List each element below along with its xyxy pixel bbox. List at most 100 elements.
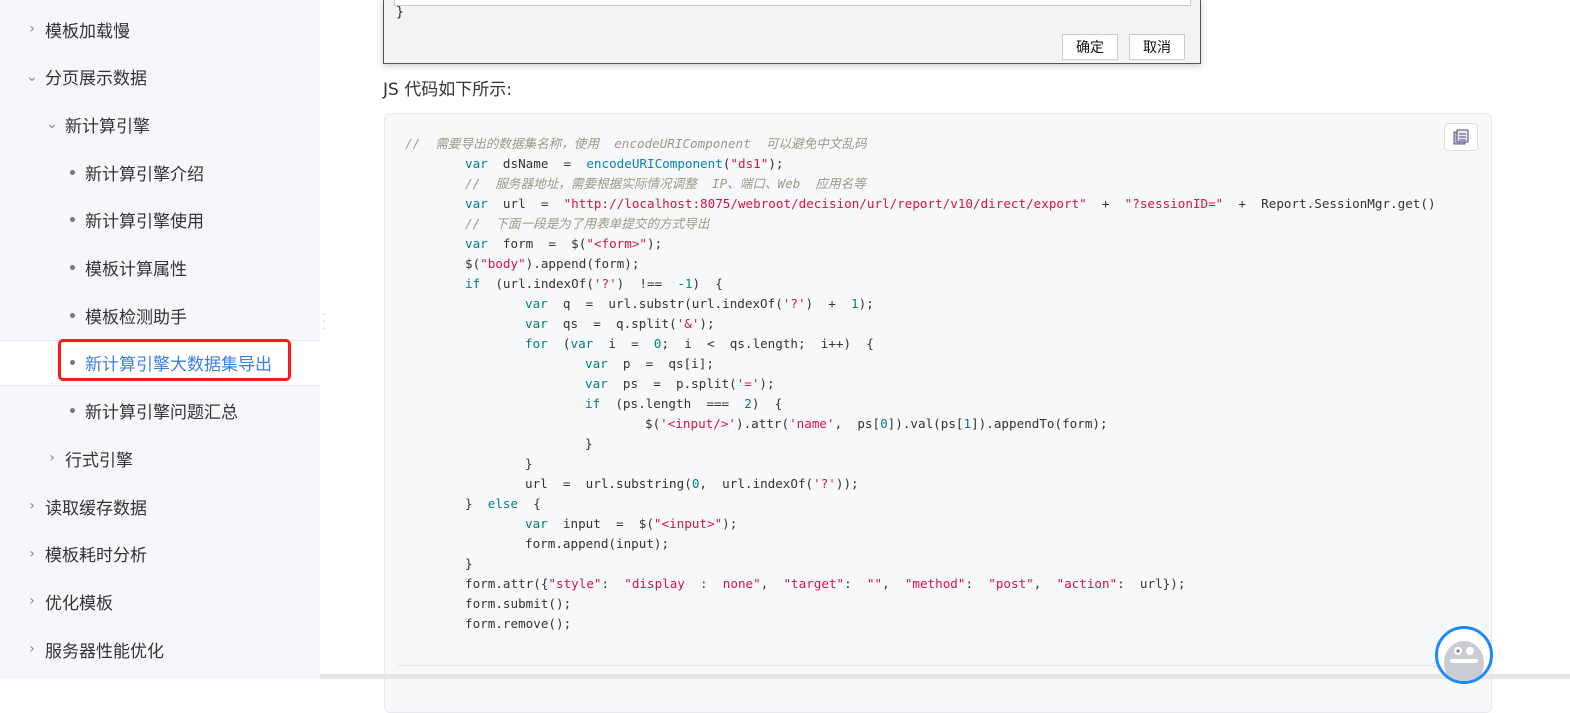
js-code-label: JS 代码如下所示: (383, 80, 512, 100)
code-line: } (405, 454, 1436, 474)
cancel-button[interactable]: 取消 (1129, 34, 1185, 60)
bullet-icon (70, 408, 75, 414)
dialog-editor[interactable] (394, 0, 1191, 6)
code-token: , (882, 576, 905, 591)
sidebar-item-label: 行式引擎 (65, 450, 133, 471)
code-token: // 下面一段是为了用表单提交的方式导出 (465, 216, 710, 231)
code-token: ); (768, 156, 784, 171)
sidebar-item-label: 优化模板 (45, 593, 113, 614)
code-token: url = url.substring( (525, 476, 692, 491)
code-line: } (405, 434, 1436, 454)
code-token: } (465, 496, 488, 511)
code-token: var (570, 336, 594, 351)
sidebar-item[interactable]: › 模板耗时分析 (0, 531, 320, 577)
code-token: ).attr( (736, 416, 790, 431)
code-token: , (1033, 576, 1057, 591)
code-token: '<input/>' (660, 416, 736, 431)
sidebar-item[interactable]: › 行式引擎 (0, 435, 320, 481)
code-token: } (465, 556, 473, 571)
code-token: "display : none" (624, 576, 761, 591)
code-token: ).append(form); (525, 256, 640, 271)
code-token: i = (593, 336, 654, 351)
code-token: (ps.length === (600, 396, 745, 411)
code-token: $( (645, 416, 661, 431)
code-token: "style" (548, 576, 602, 591)
code-line: // 服务器地址，需要根据实际情况调整 IP、端口、Web 应用名等 (405, 174, 1436, 194)
code-token: "?sessionID=" (1124, 196, 1224, 211)
sidebar-item[interactable]: › 模板加载慢 (0, 6, 320, 52)
code-token: form.attr({ (465, 576, 549, 591)
sidebar-item[interactable]: ⌄ 新计算引擎 (0, 101, 320, 147)
code-token: ); (858, 296, 874, 311)
copy-code-button[interactable] (1444, 123, 1478, 151)
code-line: var ps = p.split('='); (405, 374, 1436, 394)
sidebar-item-label: 模板计算属性 (85, 260, 187, 280)
sidebar-item[interactable]: 新计算引擎问题汇总 (0, 388, 320, 434)
sidebar-item[interactable]: › 优化模板 (0, 578, 320, 624)
code-token: + (1086, 196, 1125, 211)
code-token: 1 (851, 296, 859, 311)
code-token: ) { (692, 276, 723, 291)
code-token: ) + (805, 296, 852, 311)
code-token: form.append(input); (525, 536, 670, 551)
code-token: ]).appendTo(form); (971, 416, 1108, 431)
code-token: var (465, 156, 488, 171)
code-token: "<form>" (586, 236, 647, 251)
code-token: ; i < qs.length; i++) { (661, 336, 874, 351)
chevron-down-icon: ⌄ (26, 68, 38, 85)
code-line: } (405, 554, 1436, 574)
code-token: { (518, 496, 541, 511)
sidebar-item[interactable]: 新计算引擎使用 (0, 197, 320, 243)
code-token: ); (647, 236, 663, 251)
chevron-right-icon: › (49, 450, 55, 467)
assistant-robot-button[interactable] (1435, 626, 1493, 684)
sidebar-item-label: 读取缓存数据 (45, 498, 147, 519)
sidebar-item[interactable]: 模板检测助手 (0, 292, 320, 338)
sidebar-item[interactable]: › 服务器性能优化 (0, 626, 320, 672)
code-token: 'name' (789, 416, 835, 431)
code-token: 2 (744, 396, 752, 411)
code-token: 0 (880, 416, 888, 431)
code-token: q = url.substr(url.indexOf( (547, 296, 783, 311)
code-line: form.submit(); (405, 594, 1436, 614)
code-token: // 服务器地址，需要根据实际情况调整 IP、端口、Web 应用名等 (465, 176, 866, 191)
sidebar-item[interactable]: 模板计算属性 (0, 245, 320, 291)
sidebar-item-label: 新计算引擎问题汇总 (85, 403, 238, 424)
code-token: "ds1" (730, 156, 769, 171)
code-token: form.remove(); (465, 616, 572, 631)
dialog: } 确定 取消 (383, 0, 1201, 64)
code-token: ); (722, 516, 738, 531)
code-token: form = $( (487, 236, 587, 251)
code-token: else (487, 496, 519, 511)
sidebar-item-label: 新计算引擎介绍 (85, 164, 204, 185)
code-token: + Report.SessionMgr.get() (1223, 196, 1436, 211)
code-token: var (525, 316, 548, 331)
code-line: $('<input/>').attr('name', ps[0]).val(ps… (405, 414, 1436, 434)
code-token: '?' (813, 476, 836, 491)
sidebar-item-label: 新计算引擎使用 (85, 212, 204, 233)
sidebar-item[interactable]: ⌄ 分页展示数据 (0, 54, 320, 100)
code-line: var form = $("<form>"); (405, 234, 1436, 254)
code-token: var (465, 236, 488, 251)
chevron-right-icon: › (29, 641, 35, 658)
sidebar-item[interactable]: 新计算引擎介绍 (0, 149, 320, 195)
code-line: // 下面一段是为了用表单提交的方式导出 (405, 214, 1436, 234)
code-token: "action" (1056, 576, 1118, 591)
code-token: , ps[ (834, 416, 881, 431)
code-line: var q = url.substr(url.indexOf('?') + 1)… (405, 294, 1436, 314)
code-line: // 需要导出的数据集名称，使用 encodeURIComponent 可以避免… (405, 134, 1436, 154)
code-token: "<input>" (653, 516, 723, 531)
code-token: ); (699, 316, 715, 331)
horizontal-scrollbar[interactable] (320, 674, 1570, 679)
code-line: form.attr({"style": "display : none", "t… (405, 574, 1436, 594)
code-token: var (585, 356, 608, 371)
bullet-icon (70, 169, 75, 175)
code-line: var p = qs[i]; (405, 354, 1436, 374)
sidebar-item[interactable]: › 读取缓存数据 (0, 483, 320, 529)
code-token: url = (487, 196, 564, 211)
sidebar-resize-handle[interactable]: · · · (322, 311, 326, 335)
code-token: $( (465, 256, 481, 271)
highlight-box (58, 339, 291, 381)
ok-button[interactable]: 确定 (1062, 34, 1118, 60)
code-token: form.submit(); (465, 596, 572, 611)
